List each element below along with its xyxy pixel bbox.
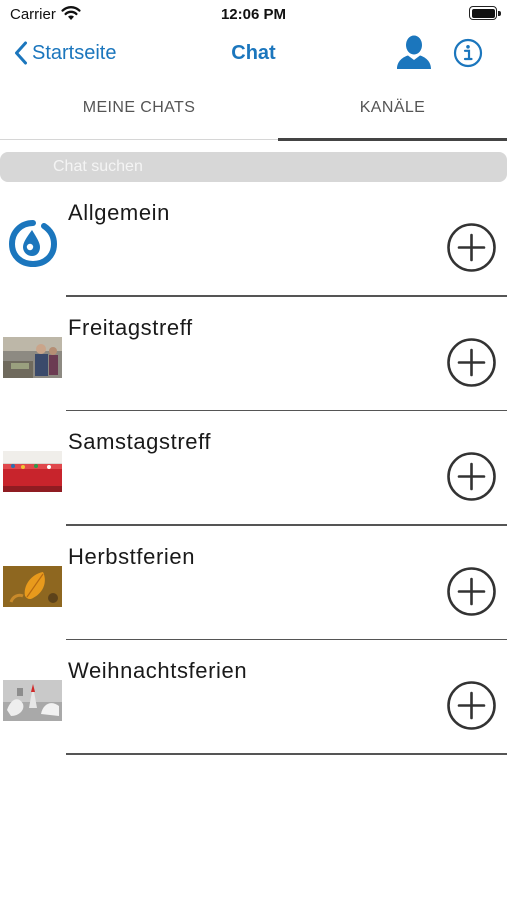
plus-circle-icon[interactable] [446,680,497,731]
tab-selected-indicator [278,138,507,141]
channel-row[interactable]: Allgemein [0,182,507,297]
plus-circle-icon[interactable] [446,566,497,617]
row-divider [66,753,507,755]
info-button[interactable] [453,38,483,68]
status-bar: Carrier 12:06 PM [0,0,507,30]
channel-row[interactable]: Weihnachtsferien [0,640,507,755]
channel-list: Allgemein Freitagstreff Samstagstreff He… [0,182,507,755]
channel-row[interactable]: Herbstferien [0,526,507,640]
tab-bar: MEINE CHATS KANÄLE [0,76,507,142]
channel-thumbnail-image [3,336,62,378]
plus-circle-icon[interactable] [446,451,497,502]
channel-name: Samstagstreff [68,429,212,454]
battery-icon [469,6,501,20]
chevron-left-icon [15,41,27,65]
channel-thumbnail-image [3,565,62,607]
channel-thumbnail-image [3,451,62,492]
back-label: Startseite [32,41,117,64]
profile-button[interactable] [395,34,433,70]
search-input[interactable] [0,152,507,182]
channel-row[interactable]: Samstagstreff [0,411,507,526]
user-icon [397,35,431,69]
channel-thumbnail-image [3,680,62,721]
channel-row[interactable]: Freitagstreff [0,297,507,411]
tab-kanaele[interactable]: KANÄLE [278,76,507,140]
status-time: 12:06 PM [220,6,287,23]
channel-name: Herbstferien [68,543,196,569]
plus-circle-icon[interactable] [446,337,497,388]
tab-meine-chats[interactable]: MEINE CHATS [0,76,278,140]
plus-circle-icon[interactable] [446,222,497,273]
channel-name: Freitagstreff [68,314,193,340]
back-button[interactable]: Startseite [14,38,116,68]
channel-name: Weihnachtsferien [68,658,248,683]
channel-name: Allgemein [68,200,171,225]
channel-logo-image [8,220,58,268]
navigation-bar: Startseite Chat [0,30,507,76]
info-icon [453,38,483,68]
